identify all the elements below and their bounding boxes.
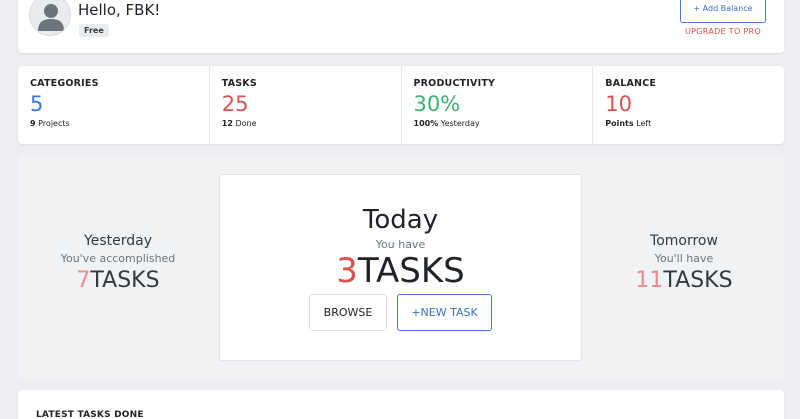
yesterday-count-unit: TASKS: [90, 268, 160, 293]
profile-header: Hello, FBK! Free + Add Balance UPGRADE T…: [18, 0, 784, 53]
stat-sub-text: Done: [235, 119, 257, 128]
today-count-unit: TASKS: [357, 251, 465, 291]
today-subtitle: You have: [375, 238, 426, 251]
tomorrow-count-unit: TASKS: [663, 268, 733, 293]
yesterday-summary: Yesterday You've accomplished 7TASKS: [18, 233, 218, 293]
add-balance-button[interactable]: + Add Balance: [680, 0, 766, 23]
browse-button[interactable]: BROWSE: [309, 294, 387, 331]
tomorrow-subtitle: You'll have: [654, 252, 714, 265]
user-avatar-icon[interactable]: [29, 0, 71, 36]
today-actions: BROWSE +NEW TASK: [220, 294, 581, 331]
stat-productivity: PRODUCTIVITY 30% 100% Yesterday: [402, 66, 594, 144]
yesterday-count: 7TASKS: [18, 268, 218, 293]
stat-label: TASKS: [221, 78, 257, 89]
stat-sub-text: Left: [636, 119, 652, 128]
stat-sub-strong: Points: [605, 119, 634, 128]
tomorrow-summary: Tomorrow You'll have 11TASKS: [584, 233, 784, 293]
stat-label: PRODUCTIVITY: [413, 78, 496, 89]
stat-sub: 9 Projects: [30, 119, 209, 128]
new-task-button[interactable]: +NEW TASK: [397, 294, 492, 331]
stat-sub-strong: 12: [221, 119, 233, 128]
stat-sub: Points Left: [605, 119, 784, 128]
yesterday-count-number: 7: [76, 268, 91, 293]
stat-label: CATEGORIES: [30, 78, 99, 89]
stat-label: BALANCE: [605, 78, 657, 89]
tomorrow-count: 11TASKS: [584, 268, 784, 293]
stats-panel: CATEGORIES 5 9 Projects TASKS 25 12 Done…: [18, 66, 784, 144]
stat-value: 25: [221, 92, 249, 116]
tomorrow-count-number: 11: [635, 268, 664, 293]
stat-value: 30%: [413, 92, 461, 116]
latest-tasks-panel: LATEST TASKS DONE: [18, 390, 784, 419]
plan-badge: Free: [79, 24, 109, 37]
stat-value: 5: [30, 92, 44, 116]
today-panel: Today You have 3TASKS BROWSE +NEW TASK: [219, 174, 582, 361]
stat-sub: 12 Done: [222, 119, 401, 128]
stat-sub-text: Projects: [38, 119, 70, 128]
stat-sub: 100% Yesterday: [414, 119, 593, 128]
stat-sub-strong: 100%: [413, 119, 439, 128]
upgrade-to-pro-link[interactable]: UPGRADE TO PRO: [680, 27, 766, 36]
stat-tasks: TASKS 25 12 Done: [210, 66, 402, 144]
yesterday-title: Yesterday: [84, 233, 152, 249]
stat-balance: BALANCE 10 Points Left: [593, 66, 784, 144]
today-title: Today: [362, 205, 439, 235]
tasks-overview: Yesterday You've accomplished 7TASKS Tod…: [18, 155, 784, 379]
latest-tasks-title: LATEST TASKS DONE: [36, 410, 144, 419]
stat-sub-text: Yesterday: [440, 119, 480, 128]
greeting-title: Hello, FBK!: [78, 1, 161, 19]
stat-value: 10: [605, 92, 632, 116]
stat-sub-strong: 9: [30, 119, 36, 128]
yesterday-subtitle: You've accomplished: [60, 252, 176, 265]
today-count-number: 3: [336, 251, 358, 291]
tomorrow-title: Tomorrow: [650, 233, 718, 249]
stat-categories: CATEGORIES 5 9 Projects: [18, 66, 210, 144]
today-count: 3TASKS: [220, 252, 581, 290]
